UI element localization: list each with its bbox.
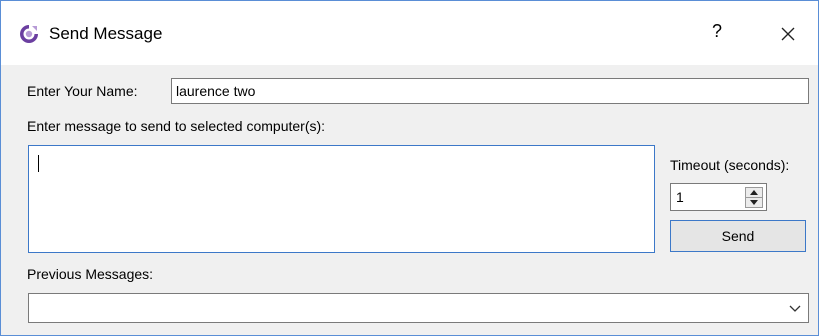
app-icon [20,25,38,43]
close-icon[interactable] [773,19,803,49]
chevron-down-icon[interactable] [788,302,802,314]
spin-down-icon[interactable] [746,198,762,207]
text-caret [38,155,39,172]
help-button[interactable]: ? [705,21,729,47]
timeout-label: Timeout (seconds): [670,157,790,173]
message-textarea[interactable] [28,145,655,253]
spin-up-icon[interactable] [746,188,762,198]
send-button[interactable]: Send [670,220,806,252]
timeout-spinbox[interactable]: 1 [670,183,767,211]
timeout-value: 1 [676,189,684,205]
spin-buttons [745,187,763,208]
message-label: Enter message to send to selected comput… [27,118,326,134]
name-label: Enter Your Name: [27,83,138,99]
send-message-dialog: Send Message ? Enter Your Name: laurence… [0,0,819,336]
previous-messages-dropdown[interactable] [28,293,809,323]
window-title: Send Message [49,24,163,43]
name-input[interactable]: laurence two [171,78,809,104]
title-bar: Send Message ? [1,1,818,65]
previous-messages-label: Previous Messages: [27,266,154,282]
